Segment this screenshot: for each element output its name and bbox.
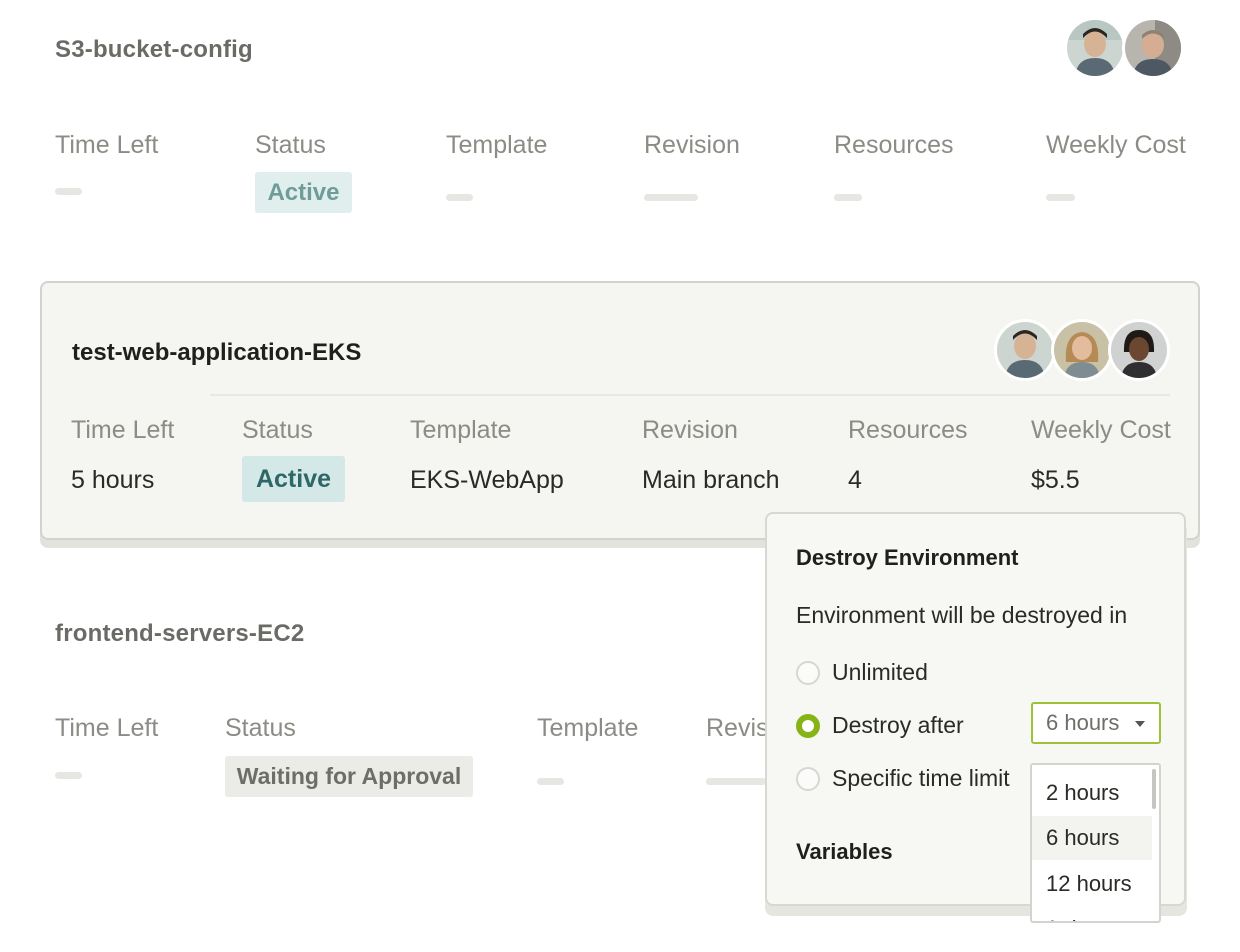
column-header-weekly-cost: Weekly Cost [1046,131,1186,159]
value-placeholder [446,194,473,201]
popup-title: Destroy Environment [796,545,1019,570]
column-header-weekly-cost: Weekly Cost [1031,416,1171,444]
value-placeholder [55,188,82,195]
revision-value: Main branch [642,466,780,494]
radio-button[interactable] [796,766,820,791]
column-header-revision: Revision [644,131,740,159]
column-header-revision: Revis [706,714,769,742]
column-header-time-left: Time Left [55,131,159,159]
value-placeholder [834,194,862,201]
value-placeholder [1046,194,1075,201]
time-left-value: 5 hours [71,466,155,494]
radio-option-destroy-after[interactable]: Destroy after [796,712,964,739]
radio-option-specific-time-limit[interactable]: Specific time limit [796,765,1010,792]
radio-button[interactable] [796,713,820,738]
value-placeholder [644,194,698,201]
popup-subtitle: Environment will be destroyed in [796,602,1128,628]
column-header-resources: Resources [848,416,968,444]
radio-option-unlimited[interactable]: Unlimited [796,659,928,686]
value-placeholder [706,778,766,785]
column-header-resources: Resources [834,131,954,159]
avatar [1051,319,1113,381]
column-header-status: Status [225,714,296,742]
column-header-status: Status [255,131,326,159]
radio-label: Unlimited [832,659,928,685]
duration-dropdown-list[interactable]: 2 hours 6 hours 12 hours 1 day [1030,763,1161,923]
column-header-revision: Revision [642,416,738,444]
environment-card-eks[interactable]: test-web-application-EKS Time Left Statu… [40,281,1200,540]
column-header-status: Status [242,416,313,444]
dropdown-option-selected[interactable]: 6 hours [1032,816,1152,860]
avatar [1122,17,1184,79]
template-value: EKS-WebApp [410,466,564,494]
column-header-template: Template [537,714,639,742]
status-badge: Active [242,456,345,502]
scrollbar[interactable] [1152,769,1156,809]
avatar [994,319,1056,381]
value-placeholder [537,778,564,785]
radio-button[interactable] [796,660,820,685]
value-placeholder [55,772,82,779]
dropdown-option[interactable]: 12 hours [1032,862,1152,906]
dropdown-option[interactable]: 1 day [1032,907,1152,921]
avatar [1108,319,1170,381]
weekly-cost-value: $5.5 [1031,466,1080,494]
radio-label: Specific time limit [832,765,1010,791]
column-header-time-left: Time Left [71,416,175,444]
destroy-after-select[interactable]: 6 hours [1031,702,1161,744]
status-badge: Active [255,172,352,213]
avatar [1064,17,1126,79]
column-header-template: Template [446,131,548,159]
environment-name[interactable]: S3-bucket-config [55,36,253,64]
environment-name[interactable]: test-web-application-EKS [72,339,361,367]
caret-down-icon [1135,721,1145,727]
resources-value: 4 [848,466,862,494]
column-header-time-left: Time Left [55,714,159,742]
column-header-template: Template [410,416,512,444]
status-badge: Waiting for Approval [225,756,473,797]
radio-label: Destroy after [832,712,964,738]
select-value: 6 hours [1046,710,1120,735]
environment-name[interactable]: frontend-servers-EC2 [55,620,304,648]
variables-heading: Variables [796,839,893,864]
divider [210,394,1170,396]
dropdown-option[interactable]: 2 hours [1032,771,1152,815]
